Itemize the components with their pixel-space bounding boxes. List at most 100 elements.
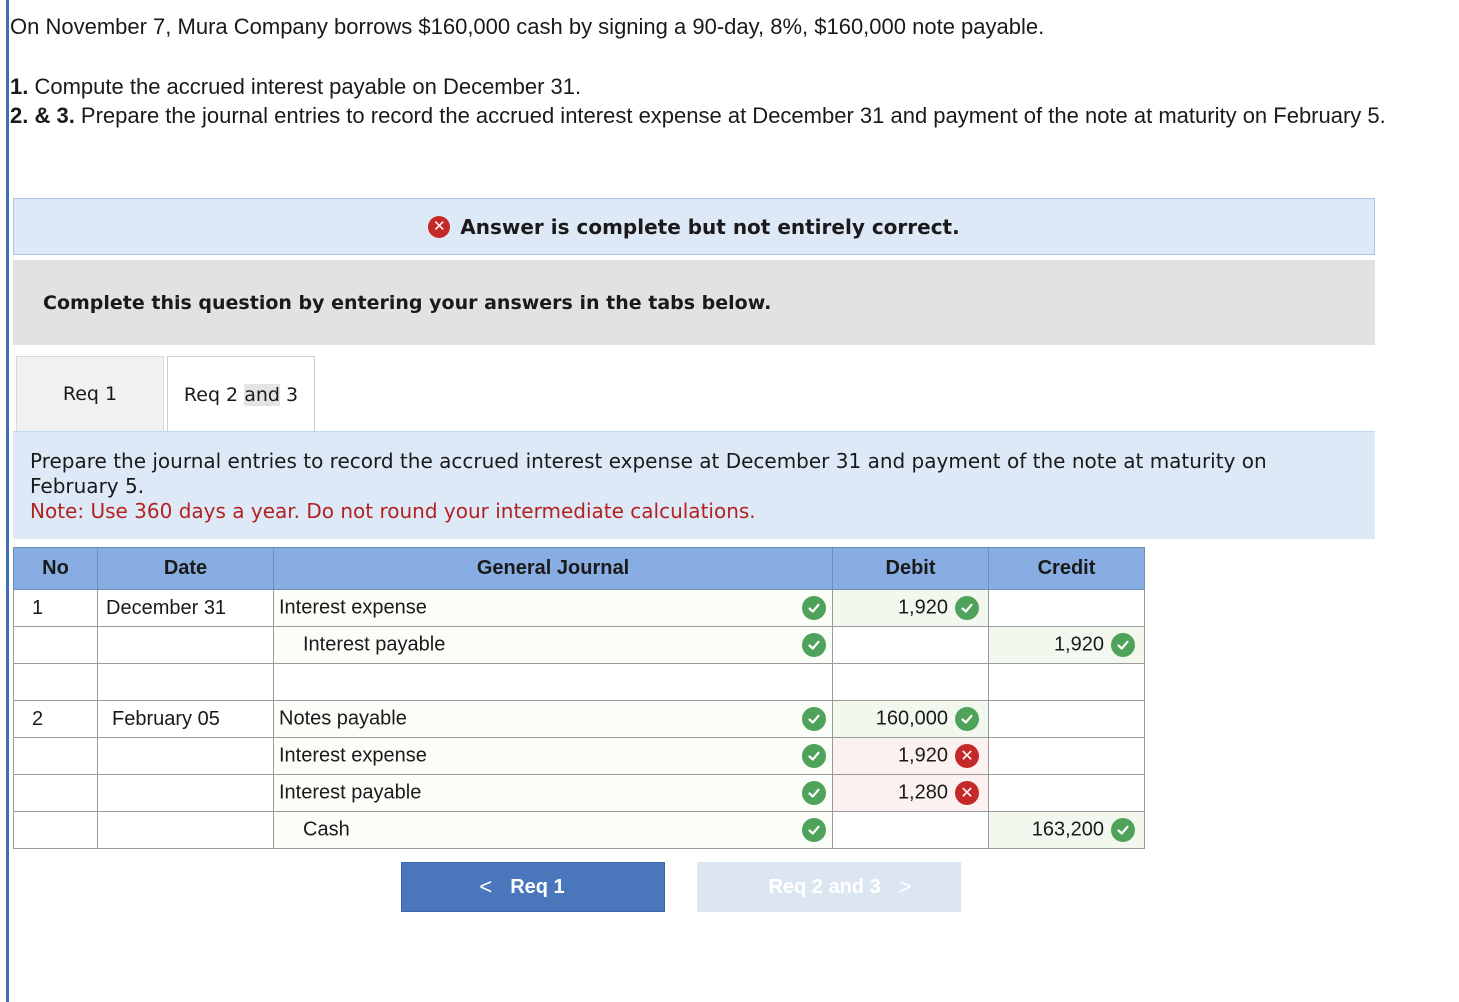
prev-button-label: Req 1 bbox=[510, 875, 565, 898]
requirement-1-text: Compute the accrued interest payable on … bbox=[28, 74, 582, 99]
entry-date[interactable] bbox=[97, 774, 274, 812]
chevron-left-icon: < bbox=[479, 874, 493, 899]
entry-date[interactable] bbox=[97, 626, 274, 664]
chevron-right-icon: > bbox=[898, 874, 912, 899]
credit-amount: 1,920 bbox=[1053, 633, 1104, 656]
left-accent-rule bbox=[6, 0, 9, 1002]
account-select[interactable]: Interest payable bbox=[273, 626, 833, 664]
debit-amount: 1,280 bbox=[897, 781, 948, 804]
account-name: Interest payable bbox=[303, 633, 446, 656]
check-icon bbox=[802, 596, 826, 620]
account-select[interactable]: Notes payable bbox=[273, 700, 833, 738]
header-credit: Credit bbox=[988, 547, 1145, 590]
header-date: Date bbox=[97, 547, 274, 590]
account-select[interactable]: Cash bbox=[273, 811, 833, 849]
instruction-box: Complete this question by entering your … bbox=[13, 260, 1375, 345]
journal-prompt: Prepare the journal entries to record th… bbox=[13, 431, 1375, 539]
tab-label-highlight: and bbox=[244, 384, 280, 406]
general-journal-table: No Date General Journal Debit Credit 1 D… bbox=[13, 547, 1145, 849]
next-req-2-and-3-button[interactable]: Req 2 and 3 > bbox=[697, 862, 961, 912]
tab-label-part: 3 bbox=[279, 384, 299, 406]
x-circle-icon: ✕ bbox=[428, 215, 451, 238]
account-name: Cash bbox=[303, 818, 350, 841]
x-circle-icon: ✕ bbox=[955, 781, 979, 805]
instruction-text: Complete this question by entering your … bbox=[43, 291, 772, 314]
check-icon bbox=[802, 818, 826, 842]
credit-input[interactable] bbox=[988, 663, 1145, 701]
credit-input[interactable] bbox=[988, 737, 1145, 775]
debit-input[interactable]: 1,920 bbox=[832, 589, 989, 627]
debit-input[interactable] bbox=[832, 663, 989, 701]
credit-input[interactable]: 1,920 bbox=[988, 626, 1145, 664]
account-name: Interest expense bbox=[279, 596, 427, 619]
table-row: Interest payable 1,920 bbox=[13, 626, 1145, 664]
next-button-label: Req 2 and 3 bbox=[768, 875, 881, 898]
answer-status-text: Answer is complete but not entirely corr… bbox=[460, 214, 960, 239]
entry-number: 2 bbox=[13, 700, 98, 738]
entry-number bbox=[13, 663, 98, 701]
check-icon bbox=[955, 707, 979, 731]
entry-number bbox=[13, 737, 98, 775]
credit-input[interactable] bbox=[988, 774, 1145, 812]
x-circle-icon: ✕ bbox=[955, 744, 979, 768]
check-icon bbox=[1111, 818, 1135, 842]
table-row: Interest expense 1,920 ✕ bbox=[13, 737, 1145, 775]
tab-req-1-label: Req 1 bbox=[62, 383, 118, 405]
check-icon bbox=[955, 596, 979, 620]
debit-input[interactable]: 160,000 bbox=[832, 700, 989, 738]
check-icon bbox=[802, 633, 826, 657]
check-icon bbox=[802, 781, 826, 805]
table-row bbox=[13, 663, 1145, 701]
question-text: On November 7, Mura Company borrows $160… bbox=[10, 12, 1450, 130]
entry-number bbox=[13, 626, 98, 664]
tab-req-1[interactable]: Req 1 bbox=[16, 356, 164, 431]
header-debit: Debit bbox=[832, 547, 989, 590]
entry-date[interactable]: February 05 bbox=[97, 700, 274, 738]
debit-amount: 1,920 bbox=[897, 744, 948, 767]
tab-req-2-and-3-label: Req 2 and 3 bbox=[184, 384, 298, 406]
tab-label-part: Req 2 bbox=[183, 384, 245, 406]
account-name: Notes payable bbox=[279, 707, 407, 730]
entry-number: 1 bbox=[13, 589, 98, 627]
header-no: No bbox=[13, 547, 98, 590]
credit-input[interactable]: 163,200 bbox=[988, 811, 1145, 849]
account-name: Interest payable bbox=[279, 781, 422, 804]
debit-amount: 160,000 bbox=[875, 707, 948, 730]
debit-input[interactable] bbox=[832, 626, 989, 664]
check-icon bbox=[802, 707, 826, 731]
question-intro: On November 7, Mura Company borrows $160… bbox=[10, 14, 1045, 39]
account-select[interactable]: Interest payable bbox=[273, 774, 833, 812]
table-row: Cash 163,200 bbox=[13, 811, 1145, 849]
check-icon bbox=[1111, 633, 1135, 657]
entry-date[interactable]: December 31 bbox=[97, 589, 274, 627]
check-icon bbox=[802, 744, 826, 768]
requirement-2-3: 2. & 3. Prepare the journal entries to r… bbox=[10, 101, 1450, 130]
debit-input[interactable]: 1,920 ✕ bbox=[832, 737, 989, 775]
requirement-1-number: 1. bbox=[10, 74, 29, 99]
requirement-2-3-text: Prepare the journal entries to record th… bbox=[74, 103, 1386, 128]
table-row: 2 February 05 Notes payable 160,000 bbox=[13, 700, 1145, 738]
account-select[interactable]: Interest expense bbox=[273, 737, 833, 775]
debit-amount: 1,920 bbox=[897, 596, 948, 619]
credit-input[interactable] bbox=[988, 700, 1145, 738]
entry-date[interactable] bbox=[97, 811, 274, 849]
table-header-row: No Date General Journal Debit Credit bbox=[13, 547, 1145, 590]
requirement-2-3-number: 2. & 3. bbox=[10, 103, 75, 128]
account-select[interactable]: Interest expense bbox=[273, 589, 833, 627]
requirement-1: 1. Compute the accrued interest payable … bbox=[10, 72, 1450, 101]
debit-input[interactable] bbox=[832, 811, 989, 849]
entry-date[interactable] bbox=[97, 737, 274, 775]
entry-number bbox=[13, 774, 98, 812]
credit-amount: 163,200 bbox=[1031, 818, 1104, 841]
prev-req-1-button[interactable]: < Req 1 bbox=[401, 862, 665, 912]
credit-input[interactable] bbox=[988, 589, 1145, 627]
account-select[interactable] bbox=[273, 663, 833, 701]
table-row: Interest payable 1,280 ✕ bbox=[13, 774, 1145, 812]
prompt-text: Prepare the journal entries to record th… bbox=[30, 449, 1267, 498]
entry-date[interactable] bbox=[97, 663, 274, 701]
tab-req-2-and-3[interactable]: Req 2 and 3 bbox=[167, 356, 315, 433]
account-name: Interest expense bbox=[279, 744, 427, 767]
header-general-journal: General Journal bbox=[273, 547, 833, 590]
answer-status-banner: ✕ Answer is complete but not entirely co… bbox=[13, 198, 1375, 255]
debit-input[interactable]: 1,280 ✕ bbox=[832, 774, 989, 812]
